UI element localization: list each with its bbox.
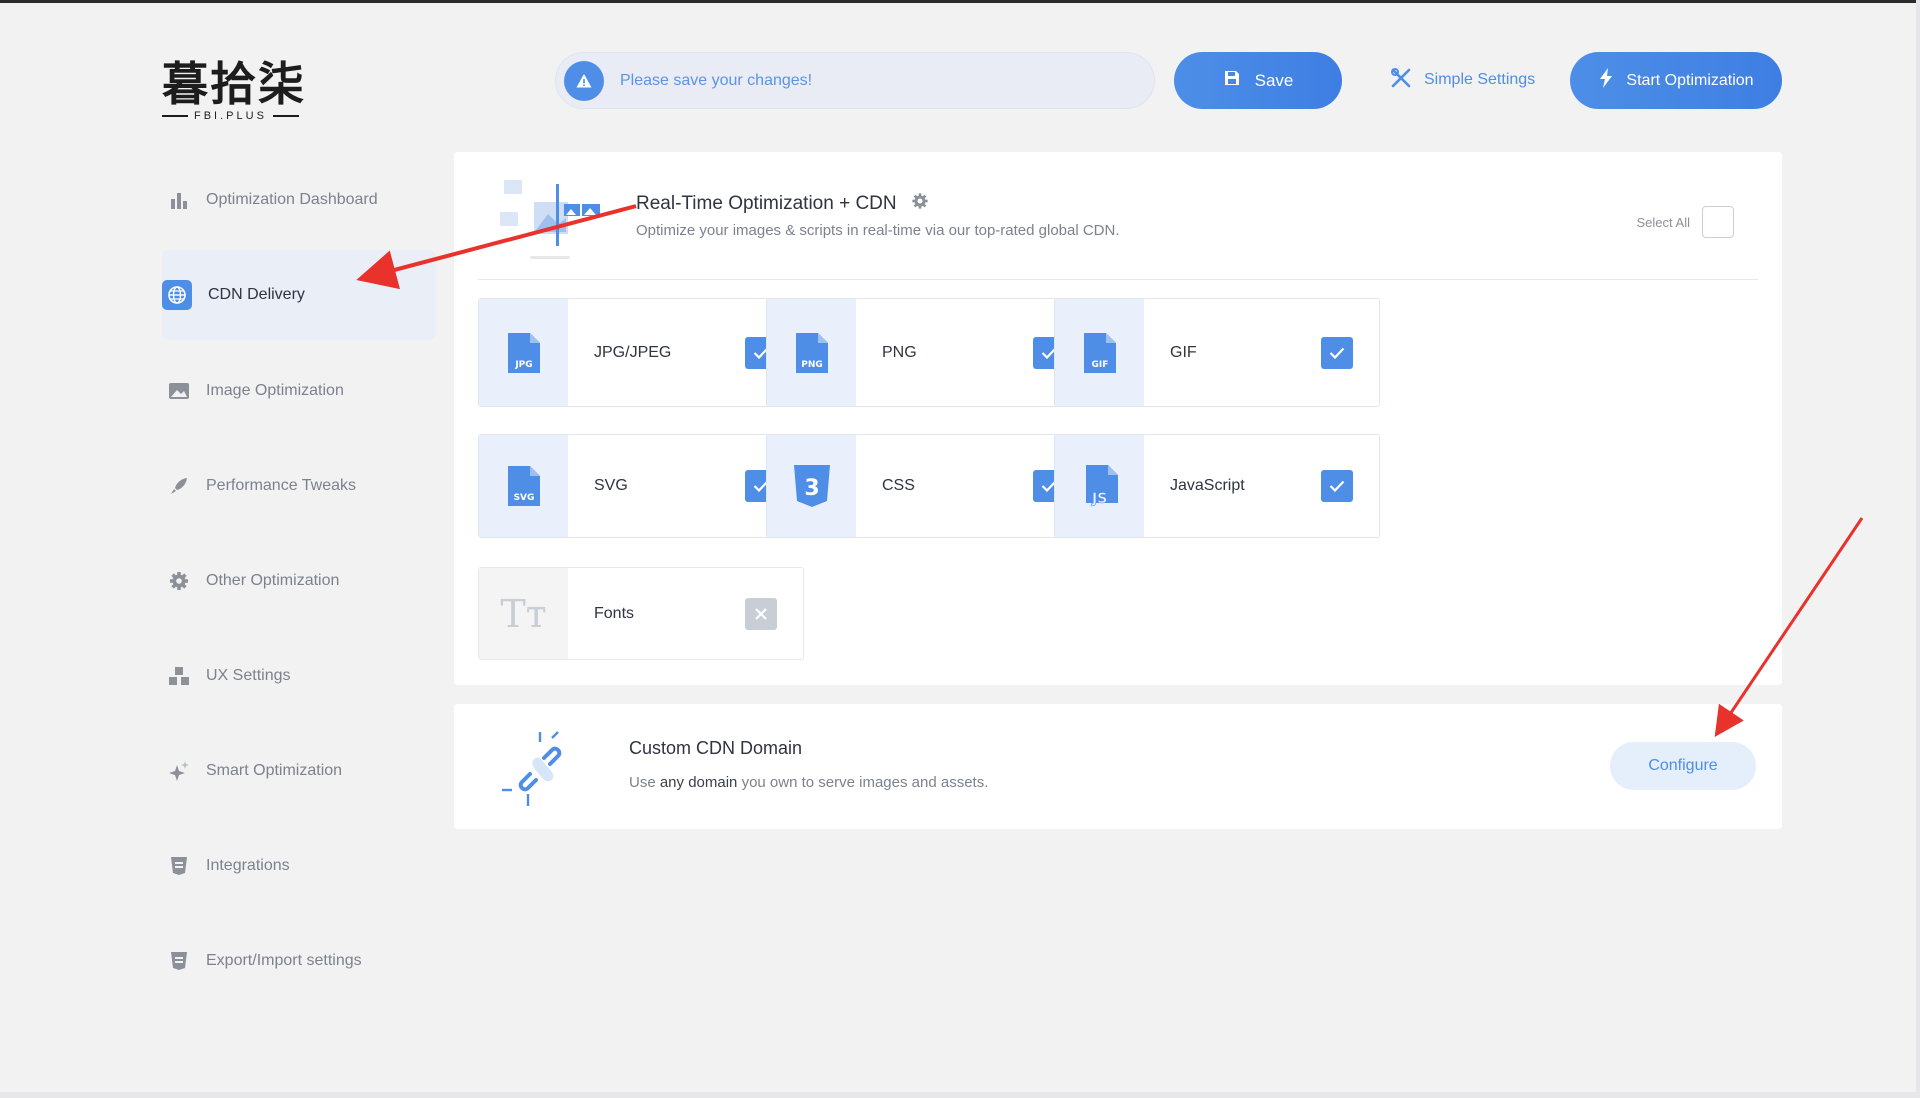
tile-fonts[interactable]: Tт Fonts <box>478 567 804 660</box>
tile-png[interactable]: PNG PNG <box>766 298 1092 407</box>
tile-gif[interactable]: GIF GIF <box>1054 298 1380 407</box>
javascript-checkbox[interactable] <box>1321 470 1353 502</box>
alert-text: Please save your changes! <box>620 71 813 89</box>
link-icon <box>502 731 562 806</box>
unsaved-changes-alert: Please save your changes! <box>555 52 1155 109</box>
jpg-file-icon: JPG <box>479 299 568 406</box>
card-title-text: Real-Time Optimization + CDN <box>636 193 897 214</box>
card-subtitle: Optimize your images & scripts in real-t… <box>636 222 1120 239</box>
sidebar-item-integrations[interactable]: Integrations <box>162 818 436 913</box>
settings-gear-icon[interactable] <box>911 192 929 216</box>
tools-icon <box>1390 67 1412 94</box>
tile-label: JPG/JPEG <box>594 343 672 361</box>
sparkle-icon <box>168 760 190 782</box>
tile-label: PNG <box>882 343 917 361</box>
subtitle-pre: Use <box>629 774 660 791</box>
sidebar-item-label: Other Optimization <box>206 571 340 589</box>
cdn-illustration-icon <box>500 180 600 259</box>
js-file-icon: JS <box>1055 435 1144 537</box>
image-icon <box>168 380 190 402</box>
tile-jpg[interactable]: JPG JPG/JPEG <box>478 298 804 407</box>
brand-logo[interactable]: 暮拾柒 FBI.PLUS <box>162 58 312 128</box>
subtitle-bold: any domain <box>659 774 738 791</box>
custom-cdn-domain-card: Custom CDN Domain Use any domain you own… <box>454 704 1782 829</box>
sidebar-item-cdn-delivery[interactable]: CDN Delivery <box>162 250 436 340</box>
sidebar-item-smart-optimization[interactable]: Smart Optimization <box>162 723 436 818</box>
gear-icon <box>168 570 190 592</box>
lightning-icon <box>1598 68 1614 93</box>
simple-settings-link[interactable]: Simple Settings <box>1390 60 1535 100</box>
globe-icon <box>162 280 192 310</box>
tile-svg[interactable]: SVG SVG <box>478 434 804 538</box>
right-edge <box>1916 0 1920 1098</box>
tile-label: CSS <box>882 477 915 494</box>
svg-text:PNG: PNG <box>801 360 823 370</box>
sidebar-item-label: UX Settings <box>206 666 291 684</box>
sidebar-item-label: Image Optimization <box>206 381 344 399</box>
bottom-edge <box>0 1092 1920 1098</box>
svg-text:JPG: JPG <box>514 360 532 370</box>
font-icon-glyph: Tт <box>500 591 547 636</box>
start-label: Start Optimization <box>1626 71 1754 89</box>
svg-file-icon: SVG <box>479 435 568 537</box>
shield-icon <box>168 855 190 877</box>
tile-label: JavaScript <box>1170 477 1245 494</box>
shield-icon <box>168 950 190 972</box>
cubes-icon <box>168 665 190 687</box>
tile-label: GIF <box>1170 343 1197 361</box>
sidebar-item-label: Performance Tweaks <box>206 476 356 494</box>
tile-css[interactable]: 3 CSS <box>766 434 1092 538</box>
svg-text:3: 3 <box>804 476 819 501</box>
save-icon <box>1223 69 1241 92</box>
logo-sub: FBI.PLUS <box>162 110 312 122</box>
save-button[interactable]: Save <box>1174 52 1342 109</box>
sidebar-item-label: Integrations <box>206 856 290 874</box>
svg-text:SVG: SVG <box>513 493 534 503</box>
simple-settings-label: Simple Settings <box>1424 71 1536 88</box>
subtitle-post: you own to serve images and assets. <box>737 774 989 791</box>
sidebar-item-label: Export/Import settings <box>206 951 362 969</box>
sidebar-item-image-optimization[interactable]: Image Optimization <box>162 343 436 438</box>
bar-chart-icon <box>168 189 190 211</box>
sidebar-nav: Optimization Dashboard CDN Delivery Imag… <box>162 152 436 1008</box>
font-icon: Tт <box>479 568 568 659</box>
select-all-checkbox[interactable] <box>1702 206 1734 238</box>
svg-text:JS: JS <box>1091 491 1107 507</box>
logo-main-text: 暮拾柒 <box>162 57 306 111</box>
sidebar-item-export-import-settings[interactable]: Export/Import settings <box>162 913 436 1008</box>
sidebar-item-label: CDN Delivery <box>208 286 305 303</box>
rocket-icon <box>168 475 190 497</box>
save-label: Save <box>1254 70 1294 90</box>
tile-label: SVG <box>594 477 628 494</box>
sidebar-item-other-optimization[interactable]: Other Optimization <box>162 533 436 628</box>
card-divider <box>478 279 1758 280</box>
domain-card-subtitle: Use any domain you own to serve images a… <box>629 774 988 791</box>
sidebar-item-optimization-dashboard[interactable]: Optimization Dashboard <box>162 152 436 247</box>
tile-javascript[interactable]: JS JavaScript <box>1054 434 1380 538</box>
select-all[interactable]: Select All <box>1637 206 1734 238</box>
gif-file-icon: GIF <box>1055 299 1144 406</box>
css3-icon: 3 <box>767 435 856 537</box>
select-all-label: Select All <box>1636 214 1690 230</box>
domain-card-title: Custom CDN Domain <box>629 738 803 758</box>
png-file-icon: PNG <box>767 299 856 406</box>
fonts-checkbox[interactable] <box>745 597 777 630</box>
card-title: Real-Time Optimization + CDN <box>636 192 929 216</box>
sidebar-item-label: Optimization Dashboard <box>206 190 378 208</box>
sidebar-item-ux-settings[interactable]: UX Settings <box>162 628 436 723</box>
configure-button[interactable]: Configure <box>1610 742 1756 790</box>
gif-checkbox[interactable] <box>1321 336 1353 369</box>
realtime-optimization-card: Real-Time Optimization + CDN Optimize yo… <box>454 152 1782 685</box>
logo-sub-text: FBI.PLUS <box>194 110 267 122</box>
warning-icon <box>564 60 604 101</box>
card-header: Real-Time Optimization + CDN Optimize yo… <box>454 152 1782 280</box>
sidebar-item-label: Smart Optimization <box>206 761 343 779</box>
start-optimization-button[interactable]: Start Optimization <box>1570 52 1782 109</box>
top-border <box>0 0 1920 3</box>
tile-label: Fonts <box>594 604 635 622</box>
svg-text:GIF: GIF <box>1091 360 1108 370</box>
sidebar-item-performance-tweaks[interactable]: Performance Tweaks <box>162 438 436 533</box>
